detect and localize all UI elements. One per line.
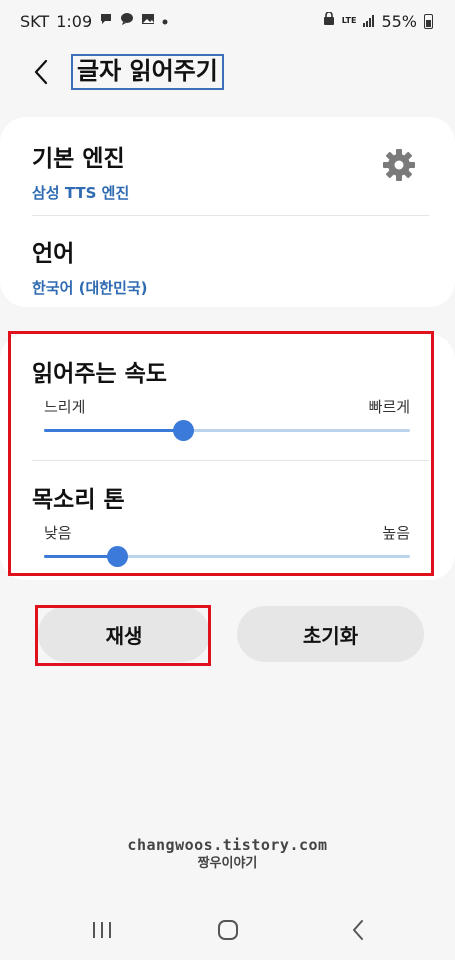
chat-notification-icon	[99, 12, 113, 30]
more-notifications-dot-icon	[162, 14, 168, 29]
pitch-title-row: 목소리 톤	[32, 480, 423, 514]
voice-settings-card: 읽어주는 속도 느리게 빠르게 목소리 톤 낮음 높음	[0, 334, 455, 580]
default-engine-row[interactable]: 기본 엔진 삼성 TTS 엔진	[32, 139, 423, 203]
gear-icon	[383, 149, 415, 181]
reset-button[interactable]: 초기화	[237, 606, 424, 662]
engine-settings-card: 기본 엔진 삼성 TTS 엔진 언어 한국어 (대한민국)	[0, 117, 455, 307]
signal-icon	[363, 15, 375, 27]
divider	[32, 460, 429, 461]
alarm-lock-icon	[323, 11, 335, 30]
pitch-min-label: 낮음	[44, 524, 72, 542]
battery-icon	[424, 13, 433, 29]
language-label: 언어	[32, 241, 75, 267]
divider	[32, 215, 429, 216]
language-value: 한국어 (대한민국)	[32, 279, 148, 297]
carrier-label: SKT	[20, 11, 50, 31]
system-navigation-bar	[0, 900, 455, 960]
message-notification-icon	[120, 12, 134, 30]
language-row[interactable]: 언어 한국어 (대한민국)	[32, 234, 423, 298]
back-button[interactable]	[26, 52, 56, 92]
status-bar: SKT 1:09 LTE 55%	[0, 0, 455, 42]
speech-rate-label: 읽어주는 속도	[32, 361, 167, 387]
back-arrow-icon	[353, 920, 363, 940]
status-right: LTE 55%	[323, 11, 433, 31]
pitch-label: 목소리 톤	[32, 487, 125, 513]
nav-back-button[interactable]	[338, 912, 378, 948]
pitch-max-label: 높음	[382, 524, 410, 542]
default-engine-value: 삼성 TTS 엔진	[32, 184, 130, 202]
play-button[interactable]: 재생	[38, 606, 210, 662]
chevron-left-icon	[34, 59, 48, 85]
speech-rate-slider[interactable]	[44, 420, 410, 442]
slider-fill	[44, 429, 184, 432]
home-button[interactable]	[208, 912, 248, 948]
recent-apps-icon	[93, 922, 111, 938]
status-left: SKT 1:09	[20, 12, 168, 31]
default-engine-label: 기본 엔진	[32, 146, 125, 172]
engine-settings-button[interactable]	[381, 147, 417, 183]
recent-apps-button[interactable]	[82, 912, 122, 948]
slider-thumb[interactable]	[107, 546, 129, 567]
slider-thumb[interactable]	[173, 420, 195, 441]
speech-rate-title-row: 읽어주는 속도	[32, 354, 423, 388]
speech-rate-min-label: 느리게	[44, 398, 86, 416]
battery-percent: 55%	[381, 11, 417, 31]
clock: 1:09	[56, 11, 93, 31]
pitch-slider[interactable]	[44, 546, 410, 568]
home-icon	[218, 920, 238, 940]
gallery-notification-icon	[141, 12, 155, 30]
speech-rate-max-label: 빠르게	[368, 398, 410, 416]
watermark-name: 짱우이야기	[197, 856, 258, 871]
app-header: 글자 읽어주기	[0, 52, 455, 92]
page-title: 글자 읽어주기	[71, 54, 224, 90]
lte-indicator: LTE	[341, 16, 357, 25]
